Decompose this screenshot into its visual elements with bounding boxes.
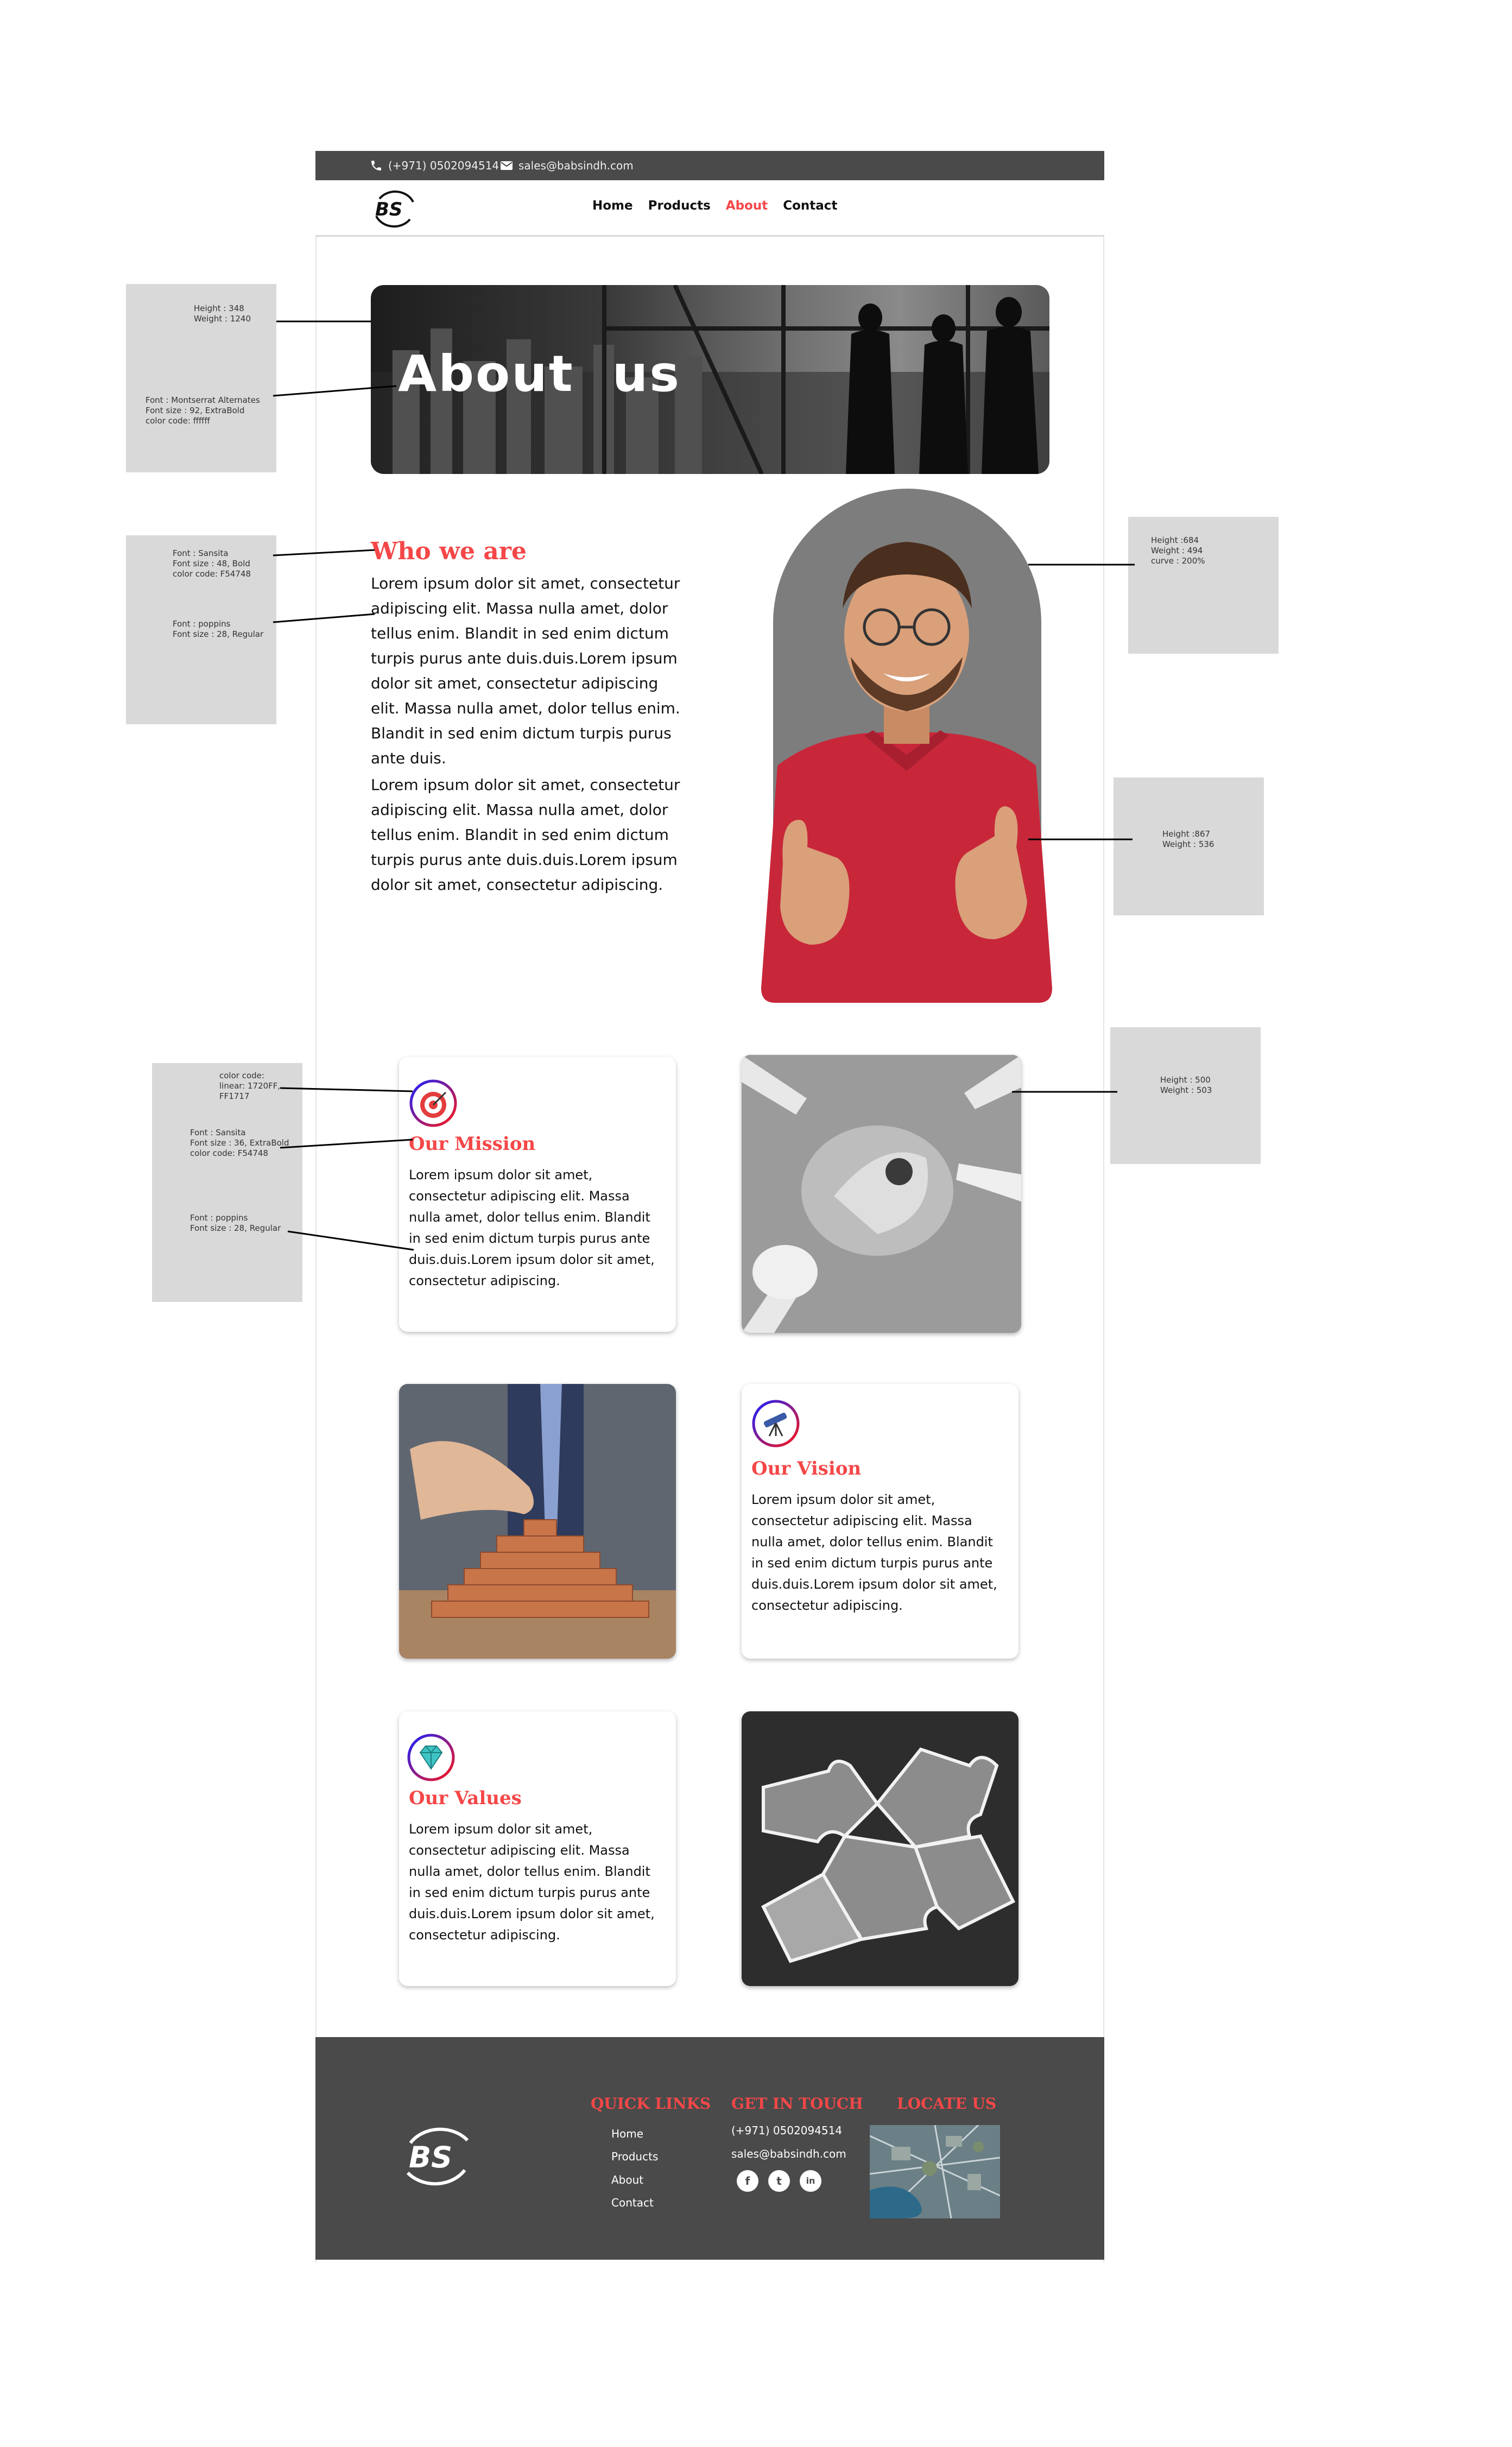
footer-link-home[interactable]: Home bbox=[611, 2127, 643, 2140]
values-text: Lorem ipsum dolor sit amet, consectetur … bbox=[409, 1822, 655, 1943]
values-card: Our Values Lorem ipsum dolor sit amet, c… bbox=[399, 1711, 676, 1986]
nav-home[interactable]: Home bbox=[592, 199, 633, 213]
twitter-icon[interactable]: t bbox=[768, 2170, 790, 2192]
hero-title: About us bbox=[398, 345, 681, 403]
main-navbar: BS Home Products About Contact bbox=[315, 180, 1104, 237]
annotation-person-size: Height :867 Weight : 536 bbox=[1114, 777, 1264, 915]
telescope-icon bbox=[752, 1400, 800, 1447]
topbar-email[interactable]: sales@babsindh.com bbox=[500, 159, 634, 172]
topbar-phone-text: (+971) 0502094514 bbox=[388, 159, 499, 172]
footer-link-about[interactable]: About bbox=[611, 2173, 643, 2186]
diamond-icon bbox=[407, 1734, 455, 1781]
brick-pyramid-image bbox=[399, 1384, 676, 1659]
quick-links-heading: QUICK LINKS bbox=[591, 2095, 711, 2113]
who-paragraph-1: Lorem ipsum dolor sit amet, consectetur … bbox=[371, 574, 680, 767]
mission-title: Our Mission bbox=[409, 1133, 536, 1155]
nav-about[interactable]: About bbox=[726, 199, 768, 213]
topbar-phone[interactable]: (+971) 0502094514 bbox=[370, 159, 499, 172]
vision-title: Our Vision bbox=[751, 1458, 862, 1479]
facebook-icon[interactable]: f bbox=[737, 2170, 758, 2192]
nav-products[interactable]: Products bbox=[648, 199, 711, 213]
annotation-image-size: Height : 500 Weight : 503 bbox=[1110, 1027, 1261, 1164]
who-we-are-heading: Who we are bbox=[371, 538, 527, 565]
hero-banner: About us bbox=[371, 285, 1049, 474]
person-thumbs-up-image bbox=[761, 542, 1052, 1003]
annotation-hero-size: Height : 348 Weight : 1240 Font : Montse… bbox=[126, 284, 276, 472]
rocket-teamwork-photo bbox=[742, 1055, 1021, 1333]
brand-logo[interactable]: BS bbox=[369, 189, 421, 229]
mission-text: Lorem ipsum dolor sit amet, consectetur … bbox=[409, 1167, 655, 1288]
rocket-puzzle-image bbox=[742, 1055, 1021, 1333]
puzzle-pieces-image bbox=[742, 1711, 1018, 1986]
annotation-arch-size: Height :684 Weight : 494 curve : 200% bbox=[1128, 517, 1279, 654]
phone-icon bbox=[371, 161, 381, 170]
nav-contact[interactable]: Contact bbox=[783, 199, 837, 213]
brick-pyramid-photo bbox=[399, 1384, 676, 1659]
locate-us-heading: LOCATE US bbox=[897, 2095, 997, 2113]
mission-card: Our Mission Lorem ipsum dolor sit amet, … bbox=[399, 1057, 676, 1332]
target-icon bbox=[409, 1079, 457, 1127]
footer-link-contact[interactable]: Contact bbox=[611, 2196, 654, 2209]
brand-logo-text: BS bbox=[375, 199, 403, 220]
vision-text: Lorem ipsum dolor sit amet, consectetur … bbox=[751, 1492, 997, 1613]
nav-links: Home Products About Contact bbox=[592, 199, 837, 213]
footer-logo[interactable]: BS bbox=[397, 2119, 478, 2195]
get-in-touch-heading: GET IN TOUCH bbox=[731, 2095, 863, 2113]
linkedin-icon[interactable]: in bbox=[800, 2170, 821, 2192]
location-map-image[interactable] bbox=[870, 2125, 1000, 2218]
who-paragraph-2: Lorem ipsum dolor sit amet, consectetur … bbox=[371, 776, 680, 894]
top-contact-bar: (+971) 0502094514 sales@babsindh.com bbox=[315, 151, 1104, 180]
annotation-mission: color code: linear: 1720FF, FF1717 Font … bbox=[152, 1063, 302, 1302]
mail-icon bbox=[501, 161, 513, 170]
puzzle-pieces-photo bbox=[742, 1711, 1018, 1986]
footer-phone[interactable]: (+971) 0502094514 bbox=[731, 2124, 842, 2137]
footer-link-products[interactable]: Products bbox=[611, 2150, 658, 2163]
vision-card: Our Vision Lorem ipsum dolor sit amet, c… bbox=[742, 1384, 1018, 1659]
values-title: Our Values bbox=[409, 1787, 522, 1809]
footer-email[interactable]: sales@babsindh.com bbox=[731, 2147, 846, 2160]
site-footer: BS QUICK LINKS Home Products About Conta… bbox=[315, 2037, 1104, 2260]
topbar-email-text: sales@babsindh.com bbox=[518, 159, 634, 172]
annotation-who-font: Font : Sansita Font size : 48, Bold colo… bbox=[126, 535, 276, 724]
footer-logo-text: BS bbox=[409, 2140, 453, 2174]
